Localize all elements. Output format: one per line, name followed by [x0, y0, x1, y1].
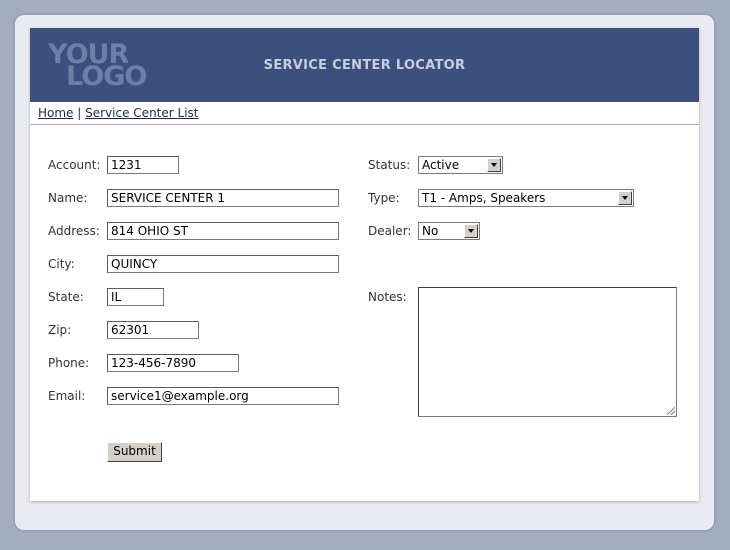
page-title: SERVICE CENTER LOCATOR [263, 58, 466, 73]
phone-label: Phone: [48, 356, 90, 370]
notes-label: Notes: [368, 290, 407, 304]
notes-textarea[interactable] [418, 287, 677, 417]
address-field[interactable]: 814 OHIO ST [107, 222, 339, 240]
submit-button[interactable]: Submit [107, 442, 162, 462]
breadcrumb-separator: | [77, 106, 82, 120]
type-label: Type: [368, 191, 400, 205]
city-field[interactable]: QUINCY [107, 255, 339, 273]
chevron-down-icon[interactable] [464, 224, 478, 238]
city-label: City: [48, 257, 75, 271]
name-label: Name: [48, 191, 88, 205]
name-field[interactable]: SERVICE CENTER 1 [107, 189, 339, 207]
type-select[interactable]: T1 - Amps, Speakers [418, 189, 634, 207]
phone-field[interactable]: 123-456-7890 [107, 354, 239, 372]
header-banner: YOUR LOGO SERVICE CENTER LOCATOR [30, 28, 699, 102]
chevron-down-icon[interactable] [487, 158, 501, 172]
type-select-value: T1 - Amps, Speakers [422, 191, 546, 205]
address-label: Address: [48, 224, 100, 238]
status-select[interactable]: Active [418, 156, 503, 174]
zip-label: Zip: [48, 323, 72, 337]
breadcrumb-home-link[interactable]: Home [38, 106, 73, 120]
account-label: Account: [48, 158, 101, 172]
state-label: State: [48, 290, 84, 304]
dealer-select[interactable]: No [418, 222, 480, 240]
breadcrumb: Home | Service Center List [30, 102, 699, 125]
dealer-select-value: No [422, 224, 439, 238]
email-field[interactable]: service1@example.org [107, 387, 339, 405]
resize-grip-icon[interactable] [667, 407, 675, 415]
zip-field[interactable]: 62301 [107, 321, 199, 339]
state-field[interactable]: IL [107, 288, 164, 306]
status-select-value: Active [422, 158, 460, 172]
dealer-label: Dealer: [368, 224, 412, 238]
email-label: Email: [48, 389, 86, 403]
account-field[interactable]: 1231 [107, 156, 179, 174]
breadcrumb-list-link[interactable]: Service Center List [85, 106, 198, 120]
main-panel: YOUR LOGO SERVICE CENTER LOCATOR Home | … [30, 28, 699, 501]
chevron-down-icon[interactable] [618, 191, 632, 205]
status-label: Status: [368, 158, 411, 172]
